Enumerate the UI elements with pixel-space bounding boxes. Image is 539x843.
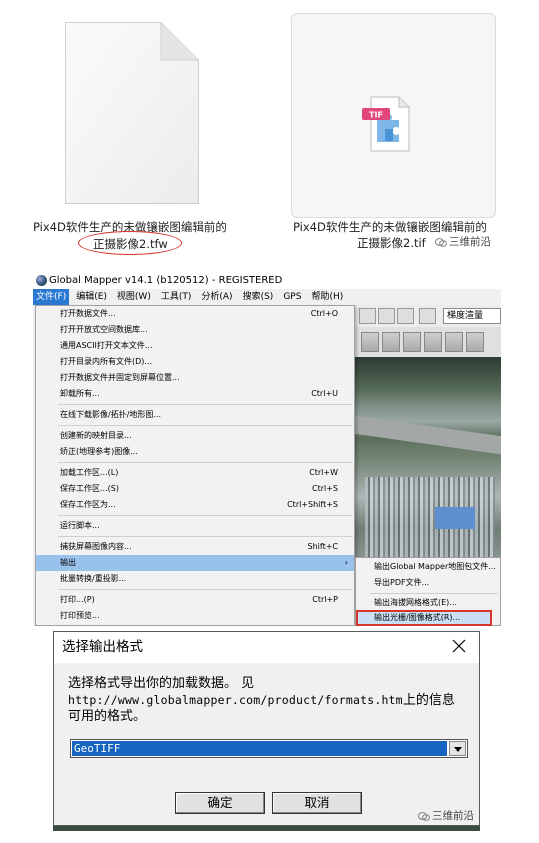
- tif-document-icon: TIF: [362, 96, 410, 152]
- menu-item-unload-all[interactable]: 卸载所有... Ctrl+U: [36, 386, 354, 402]
- tif-caption-line2: 正摄影像2.tif: [357, 236, 426, 250]
- menu-item-batch-convert[interactable]: 批量转换/重投影...: [36, 571, 354, 587]
- dialog-title: 选择输出格式: [62, 639, 143, 655]
- profile-tool-icon[interactable]: [466, 332, 484, 352]
- select-output-format-dialog: 选择输出格式 选择格式导出你的加载数据。 见 http://www.global…: [53, 631, 480, 831]
- chevron-down-icon[interactable]: [449, 741, 466, 756]
- file-menu-dropdown: 打开数据文件... Ctrl+O 打开开放式空间数据库... 通用ASCII打开文…: [35, 305, 355, 626]
- path-tool-icon[interactable]: [382, 332, 400, 352]
- menu-separator: [58, 462, 352, 463]
- menu-item-save-workspace[interactable]: 保存工作区...(S) Ctrl+S: [36, 481, 354, 497]
- dropdown-tool-icon[interactable]: [397, 308, 414, 324]
- submenu-item-export-elevation[interactable]: 输出海拔网格格式(E)...: [356, 595, 500, 611]
- menu-separator: [370, 593, 498, 594]
- watermark-bottom: 三维前沿: [418, 808, 474, 823]
- menu-help[interactable]: 帮助(H): [308, 289, 346, 305]
- menu-item-open-fixed[interactable]: 打开数据文件并固定到屏幕位置...: [36, 370, 354, 386]
- shader-select[interactable]: 梯度渲量: [443, 308, 501, 324]
- watermark-top: 三维前沿: [435, 234, 491, 249]
- globe-icon: [36, 275, 47, 286]
- format-combobox[interactable]: GeoTIFF: [70, 739, 468, 758]
- terrain-tool-icon[interactable]: [424, 332, 442, 352]
- dialog-message: 选择格式导出你的加载数据。 见 http://www.globalmapper.…: [68, 676, 455, 725]
- watermark-text: 三维前沿: [449, 236, 491, 248]
- menu-item-open-directory[interactable]: 打开目录内所有文件(D)...: [36, 354, 354, 370]
- submenu-item-export-raster[interactable]: 输出光栅/图像格式(R)...: [356, 610, 492, 626]
- wechat-icon: [435, 237, 447, 247]
- global-mapper-window: Global Mapper v14.1 (b120512) - REGISTER…: [33, 272, 501, 626]
- window-title-bar: Global Mapper v14.1 (b120512) - REGISTER…: [33, 272, 501, 289]
- cancel-button[interactable]: 取消: [272, 792, 362, 814]
- tfw-highlight-oval: [78, 231, 182, 255]
- menu-search[interactable]: 搜索(S): [240, 289, 277, 305]
- menu-item-export[interactable]: 输出 ›: [36, 555, 354, 571]
- menu-separator: [58, 589, 352, 590]
- window-title: Global Mapper v14.1 (b120512) - REGISTER…: [49, 275, 283, 286]
- submenu-item-export-gmp[interactable]: 输出Global Mapper地图包文件...: [356, 559, 500, 575]
- menu-separator: [58, 404, 352, 405]
- map-road: [355, 413, 501, 459]
- toolbar: 梯度渲量: [355, 305, 501, 327]
- menu-gps[interactable]: GPS: [280, 289, 304, 305]
- menu-item-download-online[interactable]: 在线下载影像/拓扑/地形图...: [36, 407, 354, 423]
- dialog-message-url: http://www.globalmapper.com/product/form…: [68, 693, 403, 707]
- home-tool-icon[interactable]: [419, 308, 436, 324]
- menu-file[interactable]: 文件(F): [33, 289, 70, 305]
- wechat-icon: [418, 811, 430, 821]
- menu-separator: [58, 425, 352, 426]
- close-icon[interactable]: [451, 638, 467, 654]
- measure-tool-icon[interactable]: [403, 332, 421, 352]
- menu-separator: [58, 515, 352, 516]
- dialog-body: 选择输出格式 选择格式导出你的加载数据。 见 http://www.global…: [53, 631, 480, 826]
- pencil-tool-icon[interactable]: [359, 308, 376, 324]
- tif-file-icon[interactable]: TIF: [291, 13, 496, 218]
- watermark-text: 三维前沿: [432, 810, 474, 822]
- menu-item-open-data-file[interactable]: 打开数据文件... Ctrl+O: [36, 306, 354, 322]
- menu-item-open-ascii[interactable]: 通用ASCII打开文本文件...: [36, 338, 354, 354]
- dialog-title-bar: 选择输出格式: [54, 632, 479, 663]
- tif-caption-line1: Pix4D软件生产的未做镶嵌图编辑前的: [293, 220, 487, 234]
- blank-document-icon: [65, 22, 199, 204]
- menu-item-print[interactable]: 打印...(P) Ctrl+P: [36, 592, 354, 608]
- format-selected-value: GeoTIFF: [72, 741, 447, 756]
- menu-item-rectify[interactable]: 矫正(地理参考)图像...: [36, 444, 354, 460]
- map-roof-blue: [435, 507, 475, 529]
- view3d-tool-icon[interactable]: [445, 332, 463, 352]
- menu-item-print-preview[interactable]: 打印预览...: [36, 608, 354, 624]
- dialog-message-suffix: 上的信息: [402, 693, 455, 708]
- dialog-message-line1: 选择格式导出你的加载数据。 见: [68, 676, 255, 691]
- menu-separator: [58, 536, 352, 537]
- edit-tool-icon[interactable]: [378, 308, 395, 324]
- menu-item-load-workspace[interactable]: 加载工作区...(L) Ctrl+W: [36, 465, 354, 481]
- tif-badge: TIF: [369, 111, 383, 120]
- submenu-item-export-pdf[interactable]: 导出PDF文件...: [356, 575, 500, 591]
- menu-item-save-workspace-as[interactable]: 保存工作区为... Ctrl+Shift+S: [36, 497, 354, 513]
- menu-item-run-script[interactable]: 运行脚本...: [36, 518, 354, 534]
- map-parking-lot: [365, 477, 495, 567]
- menu-view[interactable]: 视图(W): [114, 289, 154, 305]
- menu-item-create-catalog[interactable]: 创建新的映射目录...: [36, 428, 354, 444]
- shade-tool-icon[interactable]: [361, 332, 379, 352]
- toolbar-secondary: [355, 327, 501, 357]
- menu-tools[interactable]: 工具(T): [158, 289, 195, 305]
- submenu-arrow-icon: ›: [344, 558, 348, 567]
- tfw-file-icon[interactable]: [65, 22, 199, 204]
- dialog-message-line3: 可用的格式。: [68, 709, 147, 724]
- menu-item-capture-screen[interactable]: 捕获屏幕图像内容... Shift+C: [36, 539, 354, 555]
- menu-edit[interactable]: 编辑(E): [73, 289, 110, 305]
- export-submenu: 输出Global Mapper地图包文件... 导出PDF文件... 输出海拔网…: [355, 557, 501, 626]
- menu-item-open-spatial-db[interactable]: 打开开放式空间数据库...: [36, 322, 354, 338]
- menu-analysis[interactable]: 分析(A): [198, 289, 235, 305]
- menu-bar: 文件(F) 编辑(E) 视图(W) 工具(T) 分析(A) 搜索(S) GPS 帮助(H): [33, 289, 501, 305]
- ok-button[interactable]: 确定: [175, 792, 265, 814]
